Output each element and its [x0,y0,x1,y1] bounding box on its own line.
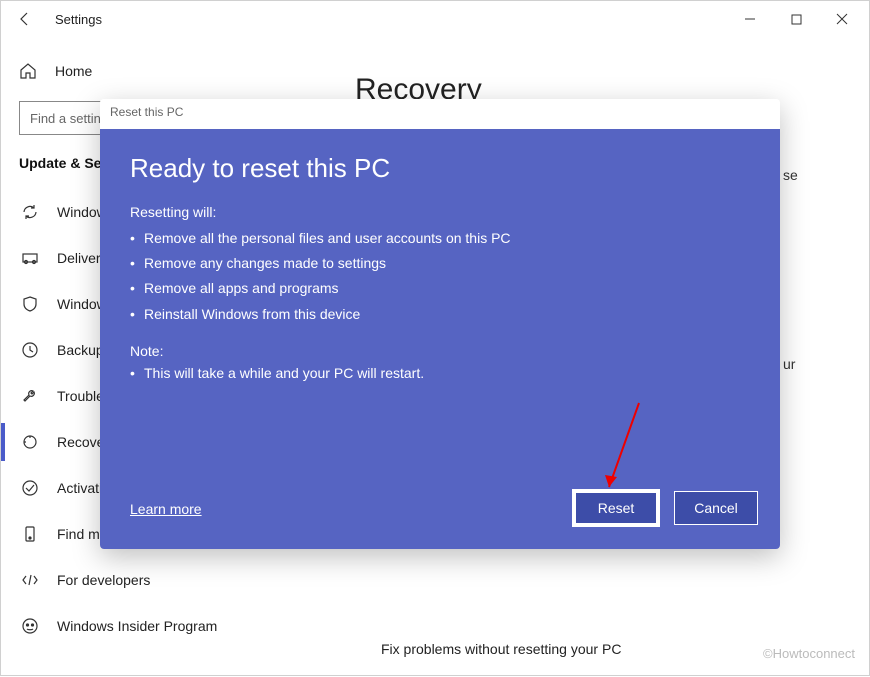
maximize-button[interactable] [773,1,819,37]
close-button[interactable] [819,1,865,37]
minimize-icon [744,13,756,25]
dialog-note-bullets: This will take a while and your PC will … [130,361,750,386]
home-label: Home [55,63,92,79]
sidebar-home[interactable]: Home [19,51,319,91]
maximize-icon [791,14,802,25]
nav-label: For developers [57,572,150,588]
nav-label: Backup [57,342,104,358]
home-icon [19,62,37,80]
learn-more-link[interactable]: Learn more [130,501,202,517]
note-bullet: This will take a while and your PC will … [144,361,750,386]
check-icon [21,479,39,497]
bullet: Remove all the personal files and user a… [144,226,750,251]
insider-icon [21,617,39,635]
obscured-text-2: ur [783,356,795,372]
dialog-bullets: Remove all the personal files and user a… [130,226,750,327]
reset-pc-dialog: Reset this PC Ready to reset this PC Res… [100,99,780,549]
backup-icon [21,341,39,359]
find-icon [21,525,39,543]
sidebar-item-developers[interactable]: For developers [19,557,319,603]
dialog-frame-title: Reset this PC [100,99,780,129]
arrow-left-icon [17,11,33,27]
back-button[interactable] [5,1,45,37]
dialog-note-label: Note: [130,343,750,359]
dialog-body: Ready to reset this PC Resetting will: R… [100,129,780,549]
shield-icon [21,295,39,313]
dialog-lead: Resetting will: [130,204,750,220]
section-fix-problems: Fix problems without resetting your PC [381,641,621,657]
titlebar: Settings [1,1,869,37]
obscured-text-1: se [783,167,798,183]
reset-button[interactable]: Reset [574,491,658,525]
wrench-icon [21,387,39,405]
window-controls [727,1,865,37]
watermark-text: ©Howtoconnect [763,646,855,661]
nav-label: Windows Insider Program [57,618,217,634]
recovery-icon [21,433,39,451]
dialog-buttons: Reset Cancel [574,491,758,525]
bullet: Reinstall Windows from this device [144,302,750,327]
search-placeholder: Find a setting [30,111,108,126]
window-title: Settings [55,12,102,27]
sync-icon [21,203,39,221]
dialog-heading: Ready to reset this PC [130,153,750,184]
delivery-icon [21,249,39,267]
bullet: Remove any changes made to settings [144,251,750,276]
minimize-button[interactable] [727,1,773,37]
sidebar-item-insider[interactable]: Windows Insider Program [19,603,319,649]
dev-icon [21,571,39,589]
cancel-button[interactable]: Cancel [674,491,758,525]
close-icon [836,13,848,25]
bullet: Remove all apps and programs [144,276,750,301]
